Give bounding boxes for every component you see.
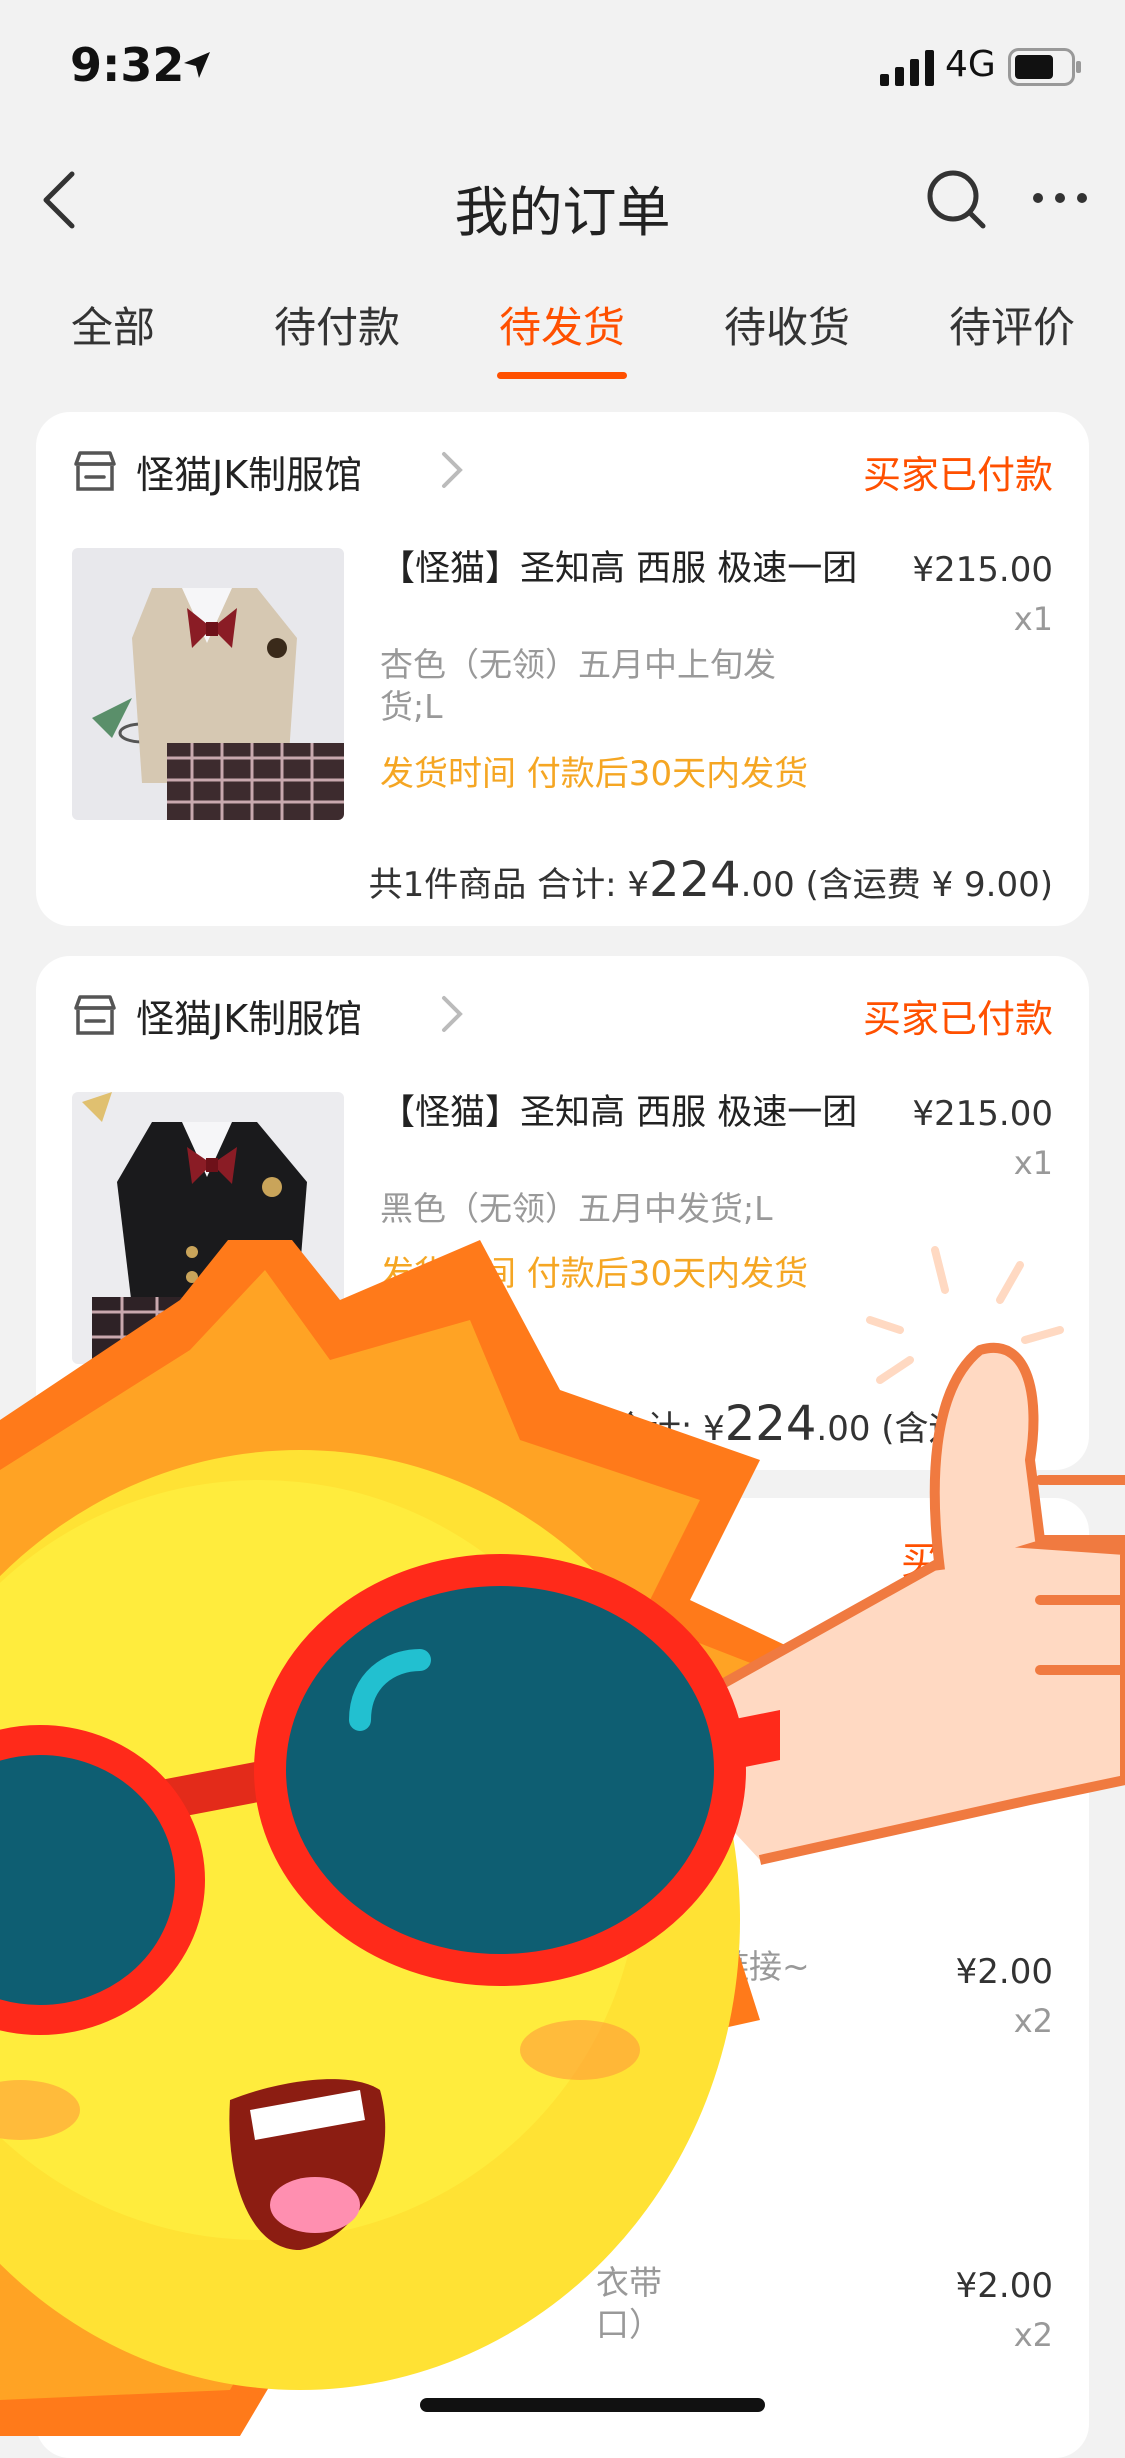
item-name: 链接~ xyxy=(716,1947,810,1986)
location-arrow-icon xyxy=(184,52,210,78)
chevron-right-icon xyxy=(442,452,463,488)
home-indicator xyxy=(420,2398,765,2412)
shop-header[interactable]: 九猫 买 xyxy=(36,1498,1089,1608)
order-card[interactable]: 九猫 买 【原创】 x1 链接~ ¥2.00 x2 衣带 口） ¥2.00 x2 xyxy=(36,1498,1089,2458)
shop-header[interactable]: 怪猫JK制服馆 买家已付款 xyxy=(36,956,1089,1066)
product-quantity: x1 xyxy=(1013,1686,1053,1724)
store-icon xyxy=(74,451,116,491)
nav-bar: 我的订单 xyxy=(0,140,1125,260)
tab-pending-review[interactable]: 待评价 xyxy=(927,294,1097,355)
product-price: ¥215.00 xyxy=(912,1094,1053,1134)
network-label: 4G xyxy=(945,44,996,85)
order-total: 共1件商品 合计: ¥224.00 (含运费 ¥ 9.00) xyxy=(368,852,1053,908)
signal-bars-icon xyxy=(880,50,934,86)
product-title[interactable]: 【原创】 xyxy=(576,1634,1056,1676)
shop-name[interactable]: 怪猫JK制服馆 xyxy=(136,444,362,499)
chevron-right-icon xyxy=(442,996,463,1032)
item-quantity: x2 xyxy=(1013,2002,1053,2040)
tab-all[interactable]: 全部 xyxy=(28,294,198,355)
status-time: 9:32 xyxy=(70,38,185,92)
beige-uniform-image xyxy=(72,548,344,820)
more-options-icon[interactable] xyxy=(1030,178,1090,218)
product-price: ¥215.00 xyxy=(912,550,1053,590)
product-title[interactable]: 【怪猫】圣知高 西服 极速一团 xyxy=(380,548,860,590)
item-name: 衣带 xyxy=(596,2263,662,2302)
shipping-note: 发货时间 付款后30天内发货 xyxy=(380,1254,809,1294)
shop-header[interactable]: 怪猫JK制服馆 买家已付款 xyxy=(36,412,1089,522)
tab-pending-payment[interactable]: 待付款 xyxy=(252,294,422,355)
order-status: 买家已付款 xyxy=(862,453,1053,497)
product-sku: 黑色（无领）五月中发货;L xyxy=(380,1189,773,1228)
product-sku: 杏色（无领）五月中上旬发货;L xyxy=(380,645,776,726)
shop-name[interactable]: 怪猫JK制服馆 xyxy=(136,988,362,1043)
item-quantity: x2 xyxy=(1013,2316,1053,2354)
black-uniform-image xyxy=(72,1092,344,1364)
shop-name[interactable]: 九猫 xyxy=(136,1530,212,1585)
status-bar: 9:32 4G xyxy=(0,0,1125,140)
order-card[interactable]: 怪猫JK制服馆 买家已付款 【怪猫】圣知高 西服 极速一团 黑色（无领）五月中发… xyxy=(36,956,1089,1470)
search-icon[interactable] xyxy=(925,168,989,232)
order-total: 共1件商品 合计: ¥224.00 (含运费 ¥ xyxy=(444,1396,1029,1452)
order-card[interactable]: 怪猫JK制服馆 买家已付款 【怪猫】圣知高 西服 极速一团 杏色（无领）五月中上… xyxy=(36,412,1089,926)
tab-pending-receipt[interactable]: 待收货 xyxy=(702,294,872,355)
item-price: ¥2.00 xyxy=(955,1952,1053,1992)
order-tabs: 全部 待付款 待发货 待收货 待评价 xyxy=(0,280,1125,385)
shipping-note: 发货时间 付款后30天内发货 xyxy=(380,754,809,794)
product-quantity: x1 xyxy=(1013,600,1053,638)
order-status: 买家已付款 xyxy=(862,997,1053,1041)
store-icon xyxy=(74,995,116,1035)
product-title[interactable]: 【怪猫】圣知高 西服 极速一团 xyxy=(380,1092,860,1134)
product-thumbnail[interactable] xyxy=(72,548,344,820)
product-thumbnail[interactable] xyxy=(72,1092,344,1364)
battery-icon xyxy=(1008,48,1081,86)
order-status: 买 xyxy=(900,1539,939,1583)
tab-pending-shipment[interactable]: 待发货 xyxy=(477,294,647,355)
active-tab-indicator xyxy=(497,372,627,379)
store-icon xyxy=(74,1537,116,1577)
item-price: ¥2.00 xyxy=(955,2266,1053,2306)
item-sku: 口） xyxy=(596,2305,662,2344)
product-quantity: x1 xyxy=(1013,1144,1053,1182)
